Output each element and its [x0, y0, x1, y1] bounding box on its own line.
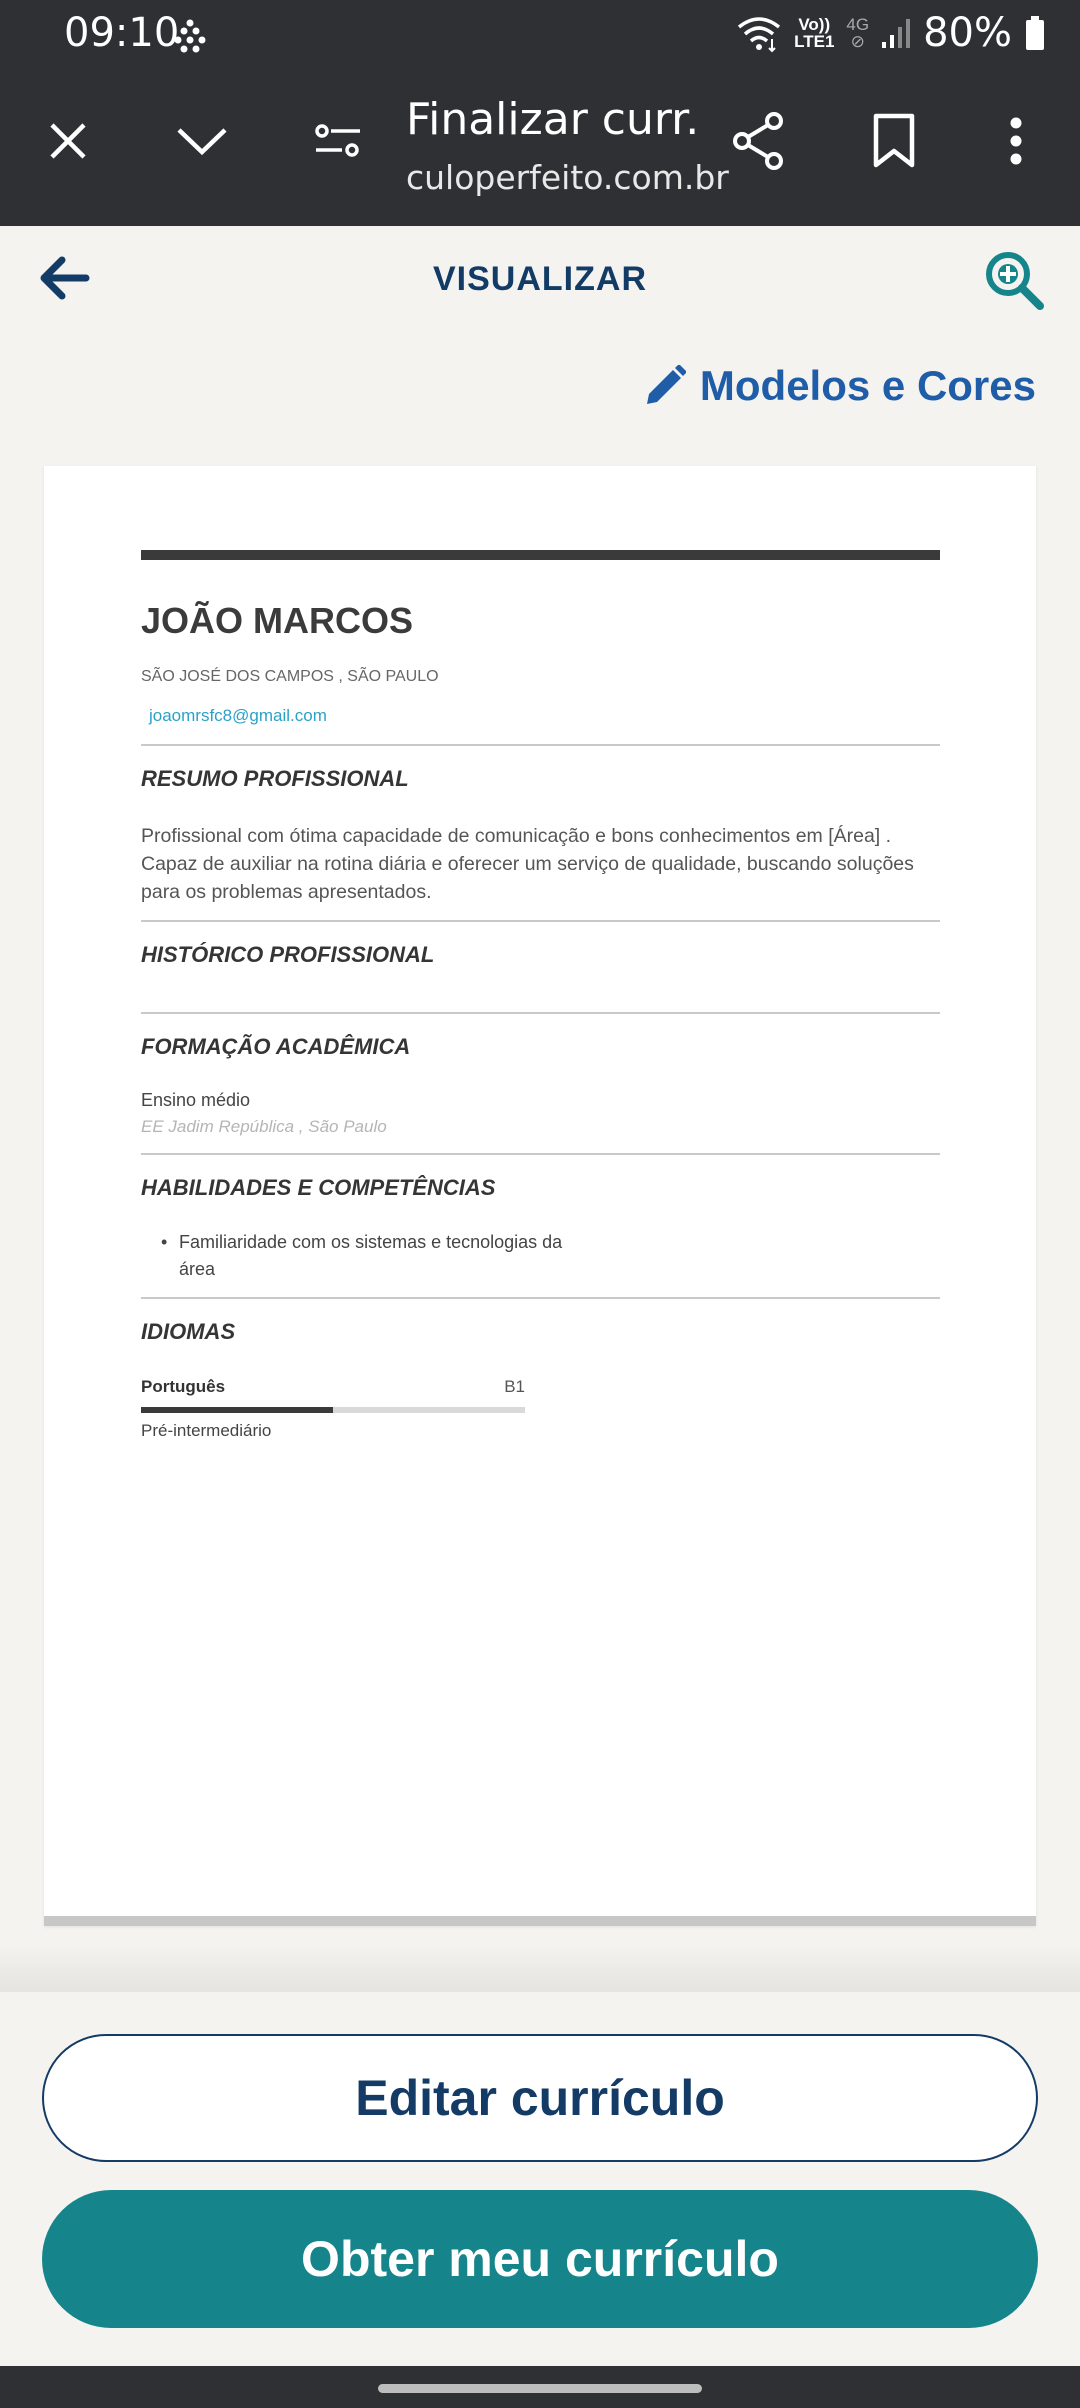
summary-heading: RESUMO PROFISSIONAL: [141, 766, 409, 791]
edit-resume-button[interactable]: Editar currículo: [42, 2034, 1038, 2162]
resume-location: SÃO JOSÉ DOS CAMPOS , SÃO PAULO: [141, 668, 439, 685]
bookmark-icon[interactable]: [862, 109, 926, 173]
language-level: B1: [504, 1377, 525, 1396]
language-description: Pré-intermediário: [141, 1421, 272, 1440]
status-bar: 09:10 Vo)) LTE1 4G ⊘ 80%: [0, 0, 1080, 72]
models-and-colors-link[interactable]: Modelos e Cores: [644, 362, 1036, 410]
resume-content: JOÃO MARCOS SÃO JOSÉ DOS CAMPOS , SÃO PA…: [141, 550, 940, 1441]
language-level-bar: [141, 1407, 525, 1413]
resume-top-bar: [141, 550, 940, 560]
bottom-shadow: [0, 1944, 1080, 1994]
resume-name: JOÃO MARCOS: [141, 600, 414, 641]
chevron-down-icon[interactable]: [170, 109, 234, 173]
system-nav-bar: [0, 2366, 1080, 2408]
gesture-handle[interactable]: [378, 2384, 702, 2393]
languages-heading: IDIOMAS: [141, 1319, 236, 1344]
resume-email: joaomrsfc8@gmail.com: [149, 706, 327, 725]
share-icon[interactable]: [726, 109, 790, 173]
page-title: VISUALIZAR: [433, 260, 647, 298]
notification-dots-icon: [174, 19, 206, 53]
divider: [141, 1153, 940, 1155]
wifi-icon: [738, 17, 781, 53]
zoom-icon[interactable]: [984, 250, 1046, 312]
status-time: 09:10: [64, 10, 180, 56]
education-degree: Ensino médio: [141, 1090, 251, 1110]
more-vert-icon[interactable]: [984, 109, 1048, 173]
close-icon[interactable]: [36, 109, 100, 173]
language-name: Português: [141, 1377, 226, 1396]
divider: [141, 744, 940, 746]
education-heading: FORMAÇÃO ACADÊMICA: [141, 1034, 411, 1059]
pencil-icon: [646, 365, 686, 404]
browser-url[interactable]: culoperfeito.com.br: [406, 158, 729, 197]
divider: [141, 1012, 940, 1014]
language-row: Português B1: [141, 1377, 525, 1397]
signal-icon: [882, 19, 911, 48]
network-4g-indicator: 4G ⊘: [846, 15, 870, 51]
page-settings-icon[interactable]: [306, 109, 370, 173]
battery-percent: 80%: [923, 10, 1012, 56]
skills-list-item: Familiaridade com os sistemas e tecnolog…: [141, 1229, 571, 1283]
resume-preview: JOÃO MARCOS SÃO JOSÉ DOS CAMPOS , SÃO PA…: [44, 466, 1036, 1926]
get-resume-button[interactable]: Obter meu currículo: [42, 2190, 1038, 2328]
resume-preview-edge: [44, 1916, 1036, 1926]
battery-icon: [1026, 16, 1044, 50]
language-level-fill: [141, 1407, 333, 1413]
education-school: EE Jadim República , São Paulo: [141, 1117, 387, 1136]
summary-text: Profissional com ótima capacidade de com…: [141, 825, 914, 903]
models-and-colors-label: Modelos e Cores: [699, 362, 1036, 409]
browser-toolbar: Finalizar curr... culoperfeito.com.br: [0, 72, 1080, 226]
history-heading: HISTÓRICO PROFISSIONAL: [141, 942, 435, 967]
divider: [141, 1297, 940, 1299]
browser-page-title: Finalizar curr...: [406, 94, 696, 145]
volte-indicator: Vo)) LTE1: [794, 15, 835, 51]
skills-heading: HABILIDADES E COMPETÊNCIAS: [141, 1175, 496, 1200]
divider: [141, 920, 940, 922]
